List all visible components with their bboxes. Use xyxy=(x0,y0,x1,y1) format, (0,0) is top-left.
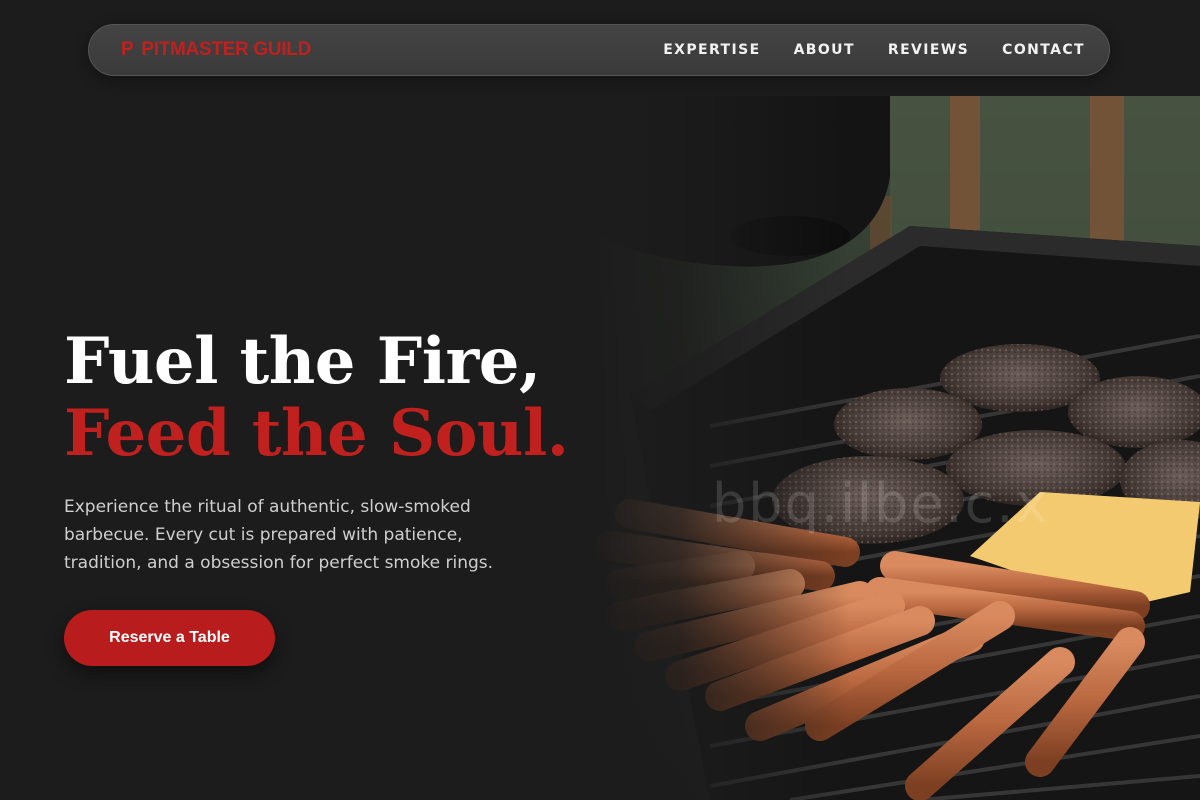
brand-name: PITMASTER GUILD xyxy=(141,39,312,60)
nav-link-contact[interactable]: CONTACT xyxy=(1002,42,1085,58)
hero-title-line2: Feed the Soul. xyxy=(64,396,569,471)
reserve-table-button[interactable]: Reserve a Table xyxy=(64,610,275,666)
nav-link-expertise[interactable]: EXPERTISE xyxy=(663,42,760,58)
navbar: P PITMASTER GUILD EXPERTISE ABOUT REVIEW… xyxy=(88,24,1110,76)
nav-link-reviews[interactable]: REVIEWS xyxy=(888,42,969,58)
flame-icon: P xyxy=(121,39,134,60)
page: bbq.ilbe.c.x P PITMASTER GUILD EXPERTISE… xyxy=(0,0,1200,800)
hero-title-line1: Fuel the Fire, xyxy=(64,324,541,399)
hero-description: Experience the ritual of authentic, slow… xyxy=(64,497,494,573)
nav-links: EXPERTISE ABOUT REVIEWS CONTACT xyxy=(663,42,1085,58)
hero-image xyxy=(590,96,1200,800)
brand-logo-link[interactable]: P PITMASTER GUILD xyxy=(121,39,311,61)
grill-photo xyxy=(590,96,1200,800)
hero-title: Fuel the Fire, Feed the Soul. xyxy=(64,326,569,470)
nav-link-about[interactable]: ABOUT xyxy=(794,42,855,58)
